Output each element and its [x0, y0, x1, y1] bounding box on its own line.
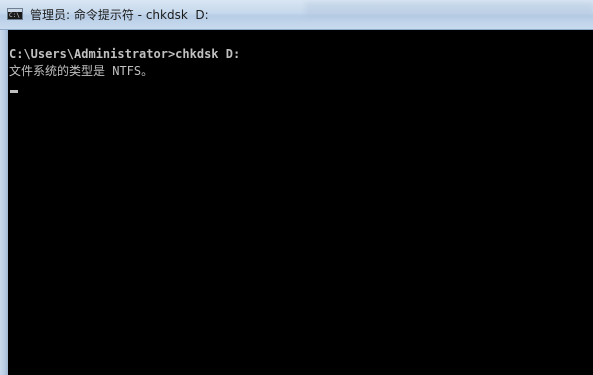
- title-bar[interactable]: C:\ 管理员: 命令提示符 - chkdsk D:: [0, 0, 593, 30]
- console-area[interactable]: C:\Users\Administrator>chkdsk D: 文件系统的类型…: [8, 30, 593, 375]
- text-cursor: [10, 90, 18, 93]
- cmd-icon[interactable]: C:\: [7, 8, 23, 20]
- cmd-icon-text: C:\: [9, 12, 20, 19]
- output-line: 文件系统的类型是 NTFS。: [9, 64, 154, 78]
- command-line: C:\Users\Administrator>chkdsk D:: [9, 47, 241, 61]
- cmd-window: C:\ 管理员: 命令提示符 - chkdsk D: C:\Users\Admi…: [0, 0, 593, 375]
- window-left-border: [0, 30, 8, 375]
- window-title: 管理员: 命令提示符 - chkdsk D:: [30, 8, 209, 22]
- title-bar-blurred-area: [305, 2, 593, 16]
